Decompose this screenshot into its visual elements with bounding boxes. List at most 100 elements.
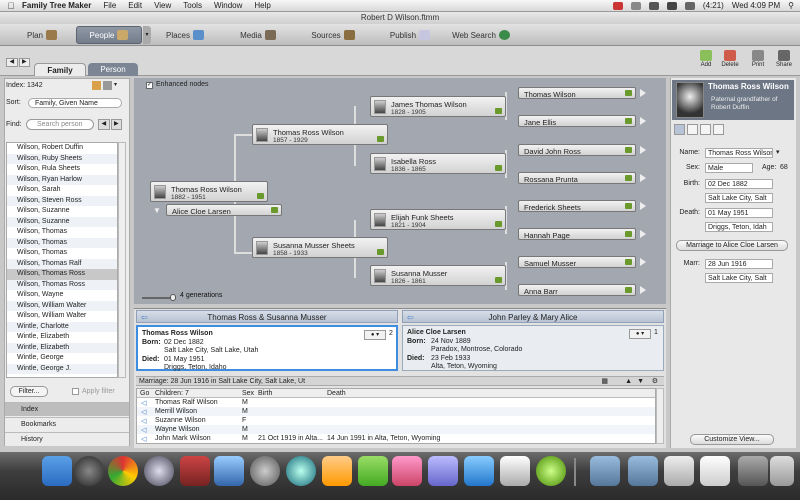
tray-volume-icon[interactable] — [684, 1, 695, 10]
find-prev-icon[interactable]: ◀ — [98, 119, 110, 130]
hint-leaf-icon[interactable] — [495, 165, 502, 171]
tray-sync-icon[interactable] — [630, 1, 641, 10]
apple-icon[interactable]:  — [0, 1, 22, 11]
menu-file[interactable]: File — [103, 1, 116, 10]
excel-icon[interactable] — [358, 456, 388, 486]
name-field[interactable]: Thomas Ross Wilson — [705, 148, 773, 158]
tree-node-great-grandparent[interactable]: David John Ross — [518, 144, 636, 156]
tree-node-great-grandparent[interactable]: Rossana Prunta — [518, 172, 636, 184]
children-options-icon[interactable]: ⚙ — [652, 377, 658, 386]
tray-bluetooth-icon[interactable] — [648, 1, 659, 10]
tree-node-great-grandparent[interactable]: Thomas Wilson — [518, 87, 636, 99]
table-row[interactable]: ◁ John Mark Wilson M 21 Oct 1919 in Alta… — [137, 434, 655, 443]
mode-web-search[interactable]: Web Search — [452, 26, 510, 44]
list-item[interactable]: Wilson, Robert Duffin — [7, 143, 117, 154]
husband-card[interactable]: Thomas Ross Wilson Born: 02 Dec 1882 Sal… — [136, 325, 398, 371]
hint-leaf-icon[interactable] — [257, 193, 264, 199]
tree-node-grandparent[interactable]: Susanna Musser 1826 - 1861 — [370, 265, 506, 286]
menu-app-name[interactable]: Family Tree Maker — [22, 1, 91, 10]
go-to-child-icon[interactable]: ◁ — [141, 435, 146, 443]
hint-leaf-icon[interactable] — [625, 287, 632, 293]
expand-right-icon[interactable] — [640, 286, 646, 294]
hint-leaf-icon[interactable] — [495, 277, 502, 283]
media-tab-icon[interactable] — [687, 124, 698, 135]
tree-node-great-grandparent[interactable]: Hannah Page — [518, 228, 636, 240]
expand-right-icon[interactable] — [640, 174, 646, 182]
go-parents-icon[interactable]: ⇦ — [407, 311, 414, 324]
move-down-icon[interactable]: ▼ — [637, 377, 644, 386]
back-arrow-icon[interactable]: ◀ — [6, 58, 18, 67]
print-button[interactable]: Print — [748, 50, 768, 68]
forward-arrow-icon[interactable]: ▶ — [18, 58, 30, 67]
list-item[interactable]: Wilson, Suzanne — [7, 216, 117, 227]
go-to-child-icon[interactable]: ◁ — [141, 399, 146, 407]
chrome-icon[interactable] — [108, 456, 138, 486]
wife-card[interactable]: Alice Cloe Larsen Born: 24 Nov 1889 Para… — [402, 325, 664, 371]
tray-app-icon[interactable] — [612, 1, 623, 10]
table-row[interactable]: ◁ Merrill Wilson M — [137, 407, 655, 416]
right-family-header[interactable]: ⇦ John Parley & Mary Alice — [402, 310, 664, 323]
filter-button[interactable]: Filter... — [10, 386, 48, 397]
menu-view[interactable]: View — [154, 1, 171, 10]
move-up-icon[interactable]: ▲ — [625, 377, 632, 386]
system-preferences-icon[interactable] — [250, 456, 280, 486]
expand-down-icon[interactable]: ▼ — [153, 206, 161, 215]
home-icon[interactable] — [92, 81, 101, 90]
hint-leaf-icon[interactable] — [625, 147, 632, 153]
spotlight-icon[interactable]: ⚲ — [788, 1, 794, 10]
word-icon[interactable] — [322, 456, 352, 486]
add-button[interactable]: Add — [696, 50, 716, 68]
mode-media[interactable]: Media — [236, 26, 280, 44]
hint-leaf-icon[interactable] — [495, 108, 502, 114]
tray-wifi-icon[interactable] — [666, 1, 677, 10]
menu-window[interactable]: Window — [214, 1, 242, 10]
field-action-icon[interactable]: ▾ — [776, 148, 780, 156]
customize-view-button[interactable]: Customize View... — [690, 434, 774, 445]
edit-icon[interactable] — [674, 124, 685, 135]
mode-plan[interactable]: Plan — [22, 26, 62, 44]
list-item[interactable]: Wilson, Steven Ross — [7, 195, 117, 206]
birth-date-field[interactable]: 02 Dec 1882 — [705, 179, 773, 189]
share-button[interactable]: Share — [774, 50, 794, 68]
tab-person[interactable]: Person — [88, 63, 138, 76]
list-item[interactable]: Wintle, Elizabeth — [7, 342, 117, 353]
list-item-selected[interactable]: Wilson, Thomas Ross — [7, 269, 117, 280]
list-view-icon[interactable] — [103, 81, 112, 90]
death-place-field[interactable]: Driggs, Teton, Idah — [705, 222, 773, 232]
entourage-icon[interactable] — [428, 456, 458, 486]
marriage-bar[interactable]: Marriage: 28 Jun 1916 in Salt Lake City,… — [136, 376, 664, 386]
menu-help[interactable]: Help — [254, 1, 270, 10]
notes-tab-icon[interactable] — [713, 124, 724, 135]
spouse-menu-button[interactable]: ● ▾ — [364, 330, 386, 340]
find-input[interactable]: Search person — [26, 119, 94, 130]
powerpoint-icon[interactable] — [392, 456, 422, 486]
left-family-header[interactable]: ⇦ Thomas Ross & Susanna Musser — [136, 310, 398, 323]
list-item[interactable]: Wilson, Wayne — [7, 290, 117, 301]
messenger-icon[interactable] — [464, 456, 494, 486]
sources-tab-icon[interactable] — [700, 124, 711, 135]
enhanced-nodes-checkbox[interactable]: ✓ — [146, 82, 153, 89]
tree-node-mother[interactable]: Susanna Musser Sheets 1858 - 1933 — [252, 237, 388, 258]
mode-publish[interactable]: Publish — [386, 26, 434, 44]
battery-status[interactable]: (4:21) — [703, 1, 724, 10]
menubar-clock[interactable]: Wed 4:09 PM — [732, 1, 780, 10]
tree-node-great-grandparent[interactable]: Frederick Sheets — [518, 200, 636, 212]
menu-edit[interactable]: Edit — [128, 1, 142, 10]
trash-icon[interactable] — [770, 456, 794, 486]
list-item[interactable]: Wilson, Ruby Sheets — [7, 153, 117, 164]
hint-leaf-icon[interactable] — [625, 90, 632, 96]
documents-folder-icon[interactable] — [628, 456, 658, 486]
hint-leaf-icon[interactable] — [625, 259, 632, 265]
family-tree-maker-icon[interactable] — [536, 456, 566, 486]
nav-history[interactable]: History — [5, 432, 129, 446]
table-row[interactable]: ◁ Suzanne Wilson F — [137, 416, 655, 425]
itunes-icon[interactable] — [214, 456, 244, 486]
hint-leaf-icon[interactable] — [625, 203, 632, 209]
time-machine-icon[interactable] — [286, 456, 316, 486]
expand-right-icon[interactable] — [640, 202, 646, 210]
chevron-down-icon[interactable]: ▾ — [114, 81, 120, 91]
delete-button[interactable]: Delete — [720, 50, 740, 68]
children-sort-icon[interactable]: ▦ — [601, 377, 608, 386]
tree-node-grandparent[interactable]: Elijah Funk Sheets 1821 - 1904 — [370, 209, 506, 230]
go-parents-icon[interactable]: ⇦ — [141, 311, 148, 324]
